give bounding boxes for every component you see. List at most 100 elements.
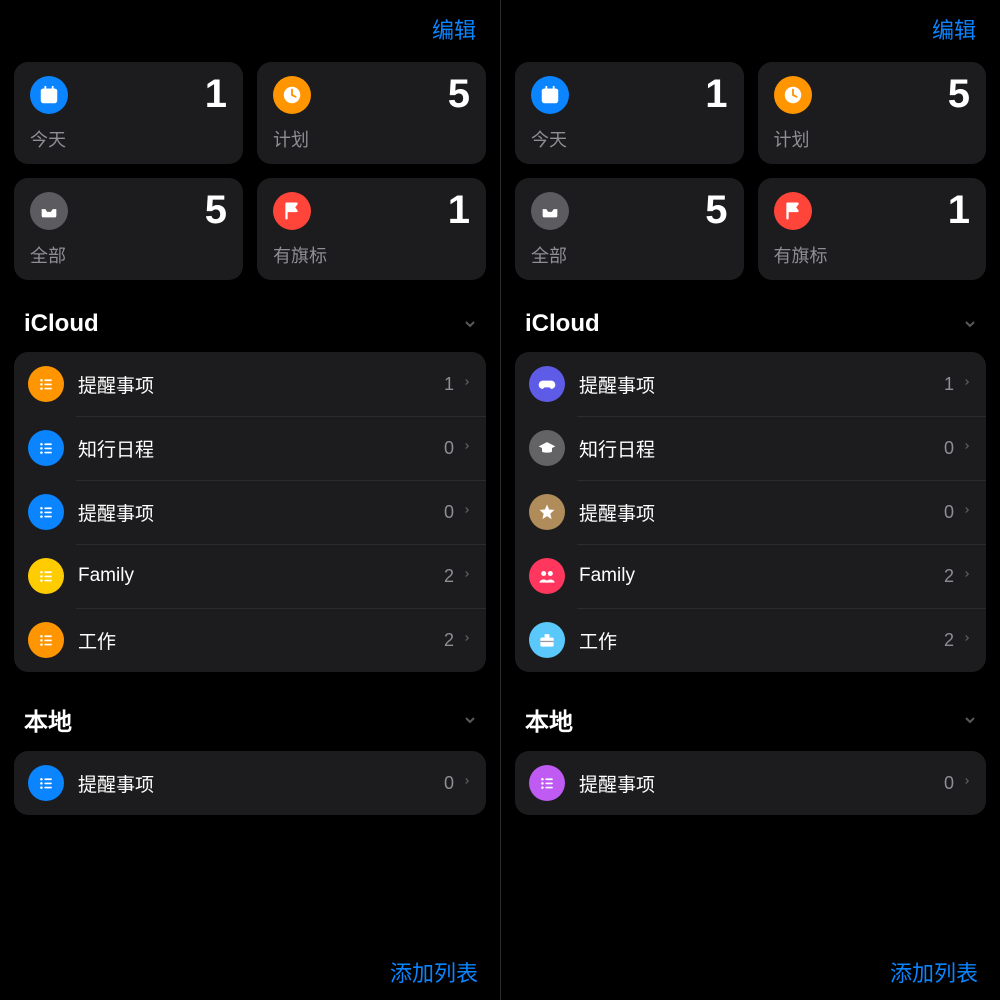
list-name: 提醒事项 [78,499,444,526]
smart-label: 全部 [531,242,567,268]
list-name: Family [579,565,944,587]
tray-icon [30,192,68,230]
chevron-right-icon [462,773,472,794]
list-row[interactable]: 提醒事项1 [515,352,986,416]
list-icon [28,765,64,801]
smart-grid: 1今天5计划5全部1有旗标 [14,62,486,280]
list-row[interactable]: 知行日程0 [14,416,486,480]
smart-card-clock[interactable]: 5 计划 [257,62,486,164]
smart-count: 5 [705,188,727,233]
list-icon [28,366,64,402]
list-row[interactable]: 提醒事项0 [515,751,986,815]
list-name: 知行日程 [78,435,444,462]
clock-icon [774,76,812,114]
people-icon [529,558,565,594]
chevron-down-icon [462,712,478,728]
smart-count: 5 [448,72,470,117]
list-name: 提醒事项 [78,770,444,797]
panel-0: 编辑1今天5计划5全部1有旗标iCloud提醒事项1知行日程0提醒事项0Fami… [0,0,500,1000]
list-block: 提醒事项0 [515,751,986,815]
chevron-right-icon [462,630,472,651]
smart-label: 计划 [273,126,309,152]
list-name: 提醒事项 [78,371,444,398]
list-count: 2 [944,566,954,587]
chevron-right-icon [462,374,472,395]
star-icon [529,494,565,530]
smart-card-flag[interactable]: 1有旗标 [257,178,486,280]
smart-label: 计划 [774,126,810,152]
list-count: 0 [944,438,954,459]
list-row[interactable]: 提醒事项1 [14,352,486,416]
calendar-icon [531,76,569,114]
list-name: 工作 [579,627,944,654]
smart-card-tray[interactable]: 5 全部 [515,178,744,280]
section-header-0[interactable]: iCloud [515,306,986,342]
list-icon [28,558,64,594]
game-icon [529,366,565,402]
gradcap-icon [529,430,565,466]
list-name: Family [78,565,444,587]
smart-count: 1 [448,188,470,233]
add-list-button[interactable]: 添加列表 [890,956,978,988]
list-count: 2 [944,630,954,651]
bottom-bar: 添加列表 [501,944,1000,1000]
chevron-down-icon [962,316,978,332]
smart-card-flag[interactable]: 1有旗标 [758,178,987,280]
list-count: 0 [444,502,454,523]
flag-icon [774,192,812,230]
smart-card-calendar[interactable]: 1今天 [14,62,243,164]
chevron-right-icon [962,630,972,651]
list-row[interactable]: Family2 [515,544,986,608]
list-row[interactable]: 工作2 [515,608,986,672]
chevron-right-icon [962,438,972,459]
section-title: 本地 [24,702,72,737]
list-row[interactable]: 工作2 [14,608,486,672]
list-block: 提醒事项0 [14,751,486,815]
smart-count: 5 [948,72,970,117]
clock-icon [273,76,311,114]
list-name: 提醒事项 [579,770,944,797]
list-icon [28,430,64,466]
calendar-icon [30,76,68,114]
smart-card-calendar[interactable]: 1今天 [515,62,744,164]
list-name: 知行日程 [579,435,944,462]
smart-count: 1 [948,188,970,233]
list-count: 2 [444,630,454,651]
list-row[interactable]: 提醒事项0 [14,480,486,544]
top-bar: 编辑 [515,0,986,58]
chevron-down-icon [462,316,478,332]
edit-button[interactable]: 编辑 [932,13,976,45]
list-count: 2 [444,566,454,587]
list-count: 0 [944,773,954,794]
chevron-right-icon [962,773,972,794]
section-title: iCloud [24,310,99,338]
smart-card-tray[interactable]: 5全部 [14,178,243,280]
list-count: 1 [944,374,954,395]
list-icon [28,622,64,658]
section-title: 本地 [525,702,573,737]
smart-card-clock[interactable]: 5 计划 [758,62,987,164]
list-row[interactable]: 知行日程0 [515,416,986,480]
flag-icon [273,192,311,230]
list-count: 1 [444,374,454,395]
smart-label: 今天 [531,126,567,152]
list-row[interactable]: 提醒事项0 [515,480,986,544]
list-count: 0 [444,438,454,459]
chevron-right-icon [462,502,472,523]
smart-count: 5 [205,188,227,233]
panel-1: 编辑1今天5计划5全部1有旗标iCloud提醒事项1知行日程0提醒事项0Fami… [500,0,1000,1000]
list-icon [28,494,64,530]
edit-button[interactable]: 编辑 [432,13,476,45]
list-name: 工作 [78,627,444,654]
add-list-button[interactable]: 添加列表 [390,956,478,988]
tray-icon [531,192,569,230]
list-row[interactable]: 提醒事项0 [14,751,486,815]
chevron-right-icon [962,374,972,395]
smart-label: 今天 [30,126,66,152]
section-header-1[interactable]: 本地 [515,698,986,741]
list-row[interactable]: Family2 [14,544,486,608]
section-header-1[interactable]: 本地 [14,698,486,741]
chevron-right-icon [462,566,472,587]
list-count: 0 [944,502,954,523]
section-header-0[interactable]: iCloud [14,306,486,342]
